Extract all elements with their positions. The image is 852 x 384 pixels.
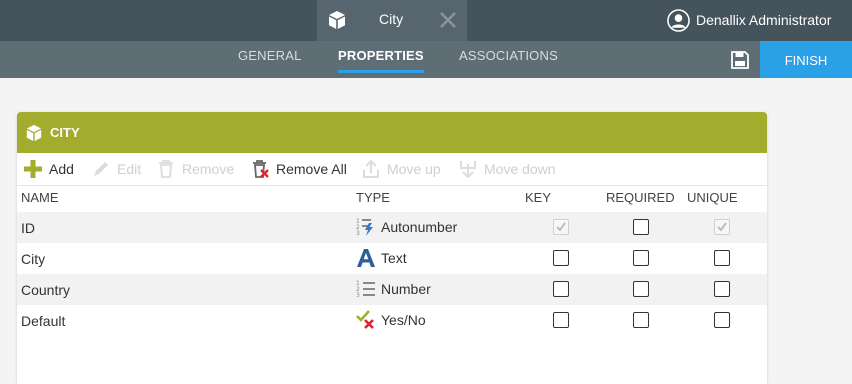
finish-button[interactable]: FINISH (760, 41, 852, 78)
column-header-type[interactable]: TYPE (356, 190, 390, 205)
user-menu[interactable]: Denallix Administrator (667, 8, 831, 32)
tab-associations[interactable]: ASSOCIATIONS (459, 41, 558, 78)
move-down-button[interactable]: Move down (458, 158, 556, 180)
key-checkbox[interactable] (553, 312, 569, 328)
add-label: Add (49, 161, 74, 177)
unique-checkbox[interactable] (714, 312, 730, 328)
property-type-label: Yes/No (381, 312, 426, 328)
document-tab-title: City (379, 11, 404, 27)
add-button[interactable]: Add (23, 158, 74, 180)
document-tab[interactable]: City (317, 0, 467, 41)
move-up-icon (361, 159, 381, 179)
required-checkbox[interactable] (633, 312, 649, 328)
key-checkbox[interactable] (553, 281, 569, 297)
remove-all-label: Remove All (276, 161, 347, 177)
edit-label: Edit (117, 161, 142, 177)
edit-button[interactable]: Edit (91, 158, 141, 180)
property-name: City (21, 251, 46, 267)
table-row[interactable]: ID 1 2 3 Autonumber (17, 212, 767, 243)
top-bar: City Denallix Administrator (0, 0, 852, 41)
unique-checkbox[interactable] (714, 250, 730, 266)
table-row[interactable]: Country 1 2 3 Number (17, 274, 767, 305)
move-down-icon (458, 159, 478, 179)
column-header-unique[interactable]: UNIQUE (687, 190, 738, 205)
key-checkbox[interactable] (553, 219, 569, 235)
tab-general[interactable]: GENERAL (238, 41, 302, 78)
unique-checkbox[interactable] (714, 219, 730, 235)
property-type: Text (356, 248, 407, 268)
property-type-label: Autonumber (381, 219, 458, 235)
move-up-button[interactable]: Move up (361, 158, 441, 180)
save-icon[interactable] (729, 49, 751, 71)
svg-text:3: 3 (356, 292, 360, 299)
properties-panel: CITY Add Edit Remove Remove All Move up … (17, 112, 767, 384)
trash-x-icon (250, 159, 270, 179)
close-icon[interactable] (438, 10, 458, 30)
property-name: ID (21, 220, 35, 236)
property-name: Country (21, 282, 71, 298)
trash-icon (156, 159, 176, 179)
required-checkbox[interactable] (633, 281, 649, 297)
grid-header: NAME TYPE KEY REQUIRED UNIQUE (17, 185, 767, 211)
move-down-label: Move down (484, 161, 556, 177)
remove-all-button[interactable]: Remove All (250, 158, 347, 180)
cube-icon (327, 10, 347, 35)
number-list-icon: 1 2 3 (356, 279, 376, 299)
column-header-key[interactable]: KEY (525, 190, 551, 205)
yes-no-icon (356, 310, 376, 330)
column-header-name[interactable]: NAME (21, 190, 59, 205)
panel-title: CITY (50, 125, 80, 140)
toolbar: Add Edit Remove Remove All Move up Move … (17, 153, 767, 185)
user-name: Denallix Administrator (696, 12, 832, 28)
wizard-nav: GENERAL PROPERTIES ASSOCIATIONS (0, 41, 852, 78)
key-checkbox[interactable] (553, 250, 569, 266)
property-name: Default (21, 313, 66, 329)
unique-checkbox[interactable] (714, 281, 730, 297)
column-header-required[interactable]: REQUIRED (606, 190, 675, 205)
property-type: 1 2 3 Autonumber (356, 217, 457, 237)
table-row[interactable]: Default Yes/No (17, 305, 767, 336)
remove-label: Remove (182, 161, 235, 177)
plus-icon (23, 159, 43, 179)
svg-text:3: 3 (356, 230, 360, 237)
autonumber-icon: 1 2 3 (356, 217, 376, 237)
remove-button[interactable]: Remove (156, 158, 234, 180)
property-type: 1 2 3 Number (356, 279, 431, 299)
property-type-label: Number (381, 281, 431, 297)
cube-icon (25, 124, 43, 147)
property-type: Yes/No (356, 310, 426, 330)
required-checkbox[interactable] (633, 250, 649, 266)
move-up-label: Move up (387, 161, 441, 177)
required-checkbox[interactable] (633, 219, 649, 235)
panel-header: CITY (17, 112, 767, 153)
text-a-icon (356, 248, 376, 268)
pencil-icon (91, 159, 111, 179)
property-type-label: Text (381, 250, 407, 266)
tab-properties[interactable]: PROPERTIES (338, 41, 424, 78)
table-row[interactable]: City Text (17, 243, 767, 274)
user-avatar-icon (667, 8, 690, 32)
